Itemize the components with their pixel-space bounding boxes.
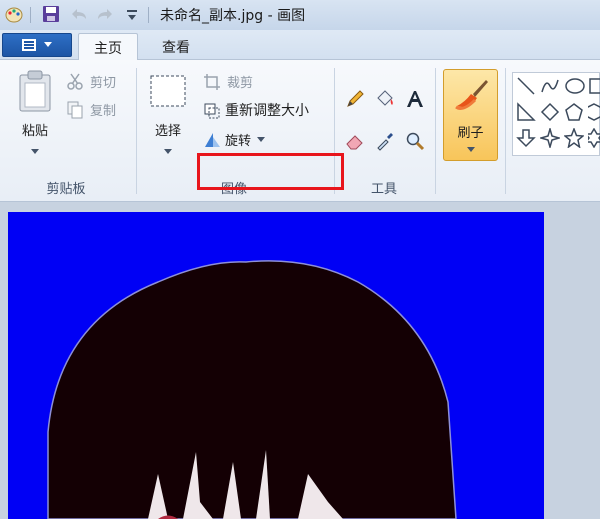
pentagon-shape-icon[interactable] <box>564 102 584 122</box>
file-menu-icon <box>22 39 36 51</box>
tab-view[interactable]: 查看 <box>146 33 206 60</box>
select-label: 选择 <box>154 124 181 139</box>
clipboard-icon <box>19 70 51 112</box>
window-title: 未命名_副本.jpg - 画图 <box>160 8 306 24</box>
copy-label: 复制 <box>90 104 117 119</box>
chevron-down-icon <box>466 147 475 152</box>
portrait-image <box>8 212 544 519</box>
chevron-down-icon <box>31 149 39 154</box>
separator <box>30 7 31 23</box>
five-point-star-shape-icon[interactable] <box>564 128 584 148</box>
rotate-icon <box>205 132 220 147</box>
paint-bucket-icon <box>377 90 393 106</box>
resize-highlight-box <box>197 153 344 190</box>
oval-shape-icon[interactable] <box>564 76 586 96</box>
eraser-icon <box>346 135 363 150</box>
curve-shape-icon[interactable] <box>540 76 560 96</box>
diamond-shape-icon[interactable] <box>540 102 560 122</box>
scissors-icon <box>67 73 83 90</box>
rotate-label: 旋转 <box>225 134 252 149</box>
crop-label: 裁剪 <box>227 76 254 91</box>
rotate-button[interactable]: 旋转 <box>203 130 266 149</box>
hexagon-shape-icon[interactable] <box>588 102 600 122</box>
separator <box>148 7 149 23</box>
resize-icon <box>204 103 220 119</box>
group-separator <box>136 68 137 194</box>
brushes-button[interactable]: 刷子 <box>443 69 498 161</box>
resize-label: 重新调整大小 <box>225 103 309 119</box>
file-menu-button[interactable] <box>2 33 72 57</box>
crop-button[interactable]: 裁剪 <box>203 72 253 91</box>
workspace <box>0 202 600 519</box>
chevron-down-icon <box>164 149 172 154</box>
four-point-star-shape-icon[interactable] <box>540 128 560 148</box>
resize-button[interactable]: 重新调整大小 <box>203 100 309 120</box>
paste-button[interactable]: 粘贴 <box>12 70 58 170</box>
six-point-star-shape-icon[interactable] <box>588 128 600 148</box>
select-rectangle-icon <box>150 75 186 107</box>
undo-icon[interactable] <box>68 5 90 27</box>
eraser-tool-button[interactable] <box>342 128 368 154</box>
eyedropper-icon <box>377 133 393 151</box>
ribbon-tab-row: 主页 查看 <box>0 30 600 61</box>
brush-icon <box>454 80 488 110</box>
color-picker-tool-button[interactable] <box>372 128 398 154</box>
drawing-canvas[interactable] <box>8 212 544 519</box>
tools-group-label: 工具 <box>370 182 397 197</box>
paint-app-icon[interactable] <box>4 5 24 29</box>
copy-button[interactable]: 复制 <box>66 100 116 119</box>
text-icon <box>407 91 423 107</box>
tab-home[interactable]: 主页 <box>78 33 138 61</box>
down-arrow-shape-icon[interactable] <box>516 128 536 148</box>
group-separator <box>435 68 436 194</box>
cut-button[interactable]: 剪切 <box>66 72 116 91</box>
rectangle-shape-icon[interactable] <box>588 76 600 96</box>
brushes-label: 刷子 <box>457 126 484 141</box>
magnifier-tool-button[interactable] <box>402 128 428 154</box>
ribbon-home: 粘贴 剪切 复制 剪贴板 选择 裁剪 重新调整大小 旋转 图像 工具 刷子 <box>0 60 600 202</box>
title-bar: 未命名_副本.jpg - 画图 <box>0 0 600 30</box>
pencil-icon <box>347 90 364 107</box>
clipboard-group-label: 剪贴板 <box>46 182 86 197</box>
text-tool-button[interactable] <box>402 86 428 112</box>
select-button[interactable]: 选择 <box>146 74 190 170</box>
fill-tool-button[interactable] <box>372 86 398 112</box>
customize-quick-access-icon[interactable] <box>126 8 138 26</box>
redo-icon[interactable] <box>94 5 116 27</box>
magnifier-icon <box>406 132 425 151</box>
pencil-tool-button[interactable] <box>342 86 368 112</box>
crop-icon <box>204 73 220 90</box>
copy-icon <box>67 101 83 118</box>
chevron-down-icon <box>44 42 52 47</box>
group-separator <box>505 68 506 194</box>
right-triangle-shape-icon[interactable] <box>516 102 536 122</box>
save-icon[interactable] <box>42 5 60 27</box>
chevron-down-icon <box>257 136 266 142</box>
cut-label: 剪切 <box>90 76 117 91</box>
paste-label: 粘贴 <box>21 124 48 139</box>
line-shape-icon[interactable] <box>516 76 536 96</box>
